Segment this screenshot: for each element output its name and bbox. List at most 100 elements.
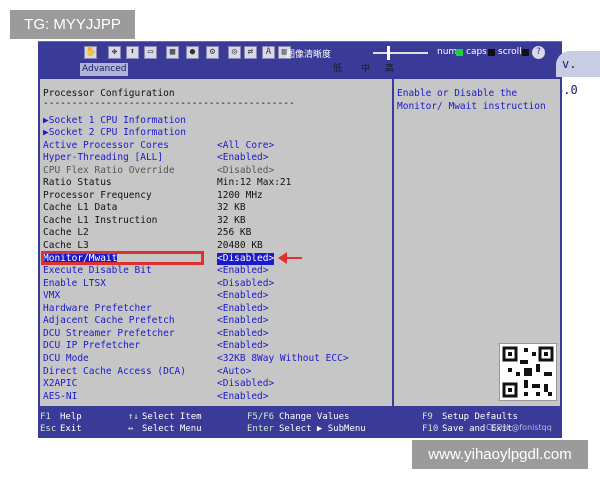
help-icon[interactable]: ? xyxy=(532,46,545,59)
setting-value: 256 KB xyxy=(217,227,252,239)
setting-value[interactable]: <Enabled> xyxy=(217,340,268,352)
setting-label: X2APIC xyxy=(43,378,78,390)
setting-value[interactable]: <Enabled> xyxy=(217,290,268,302)
annotation-highlight-box xyxy=(41,251,204,265)
setting-label: ▶Socket 1 CPU Information xyxy=(43,114,186,126)
esc-key: Esc xyxy=(40,424,57,434)
watermark-label-top: TG: MYYJJPP xyxy=(10,10,135,39)
setting-row[interactable]: DCU Mode <32KB 8Way Without ECC> xyxy=(43,353,388,365)
setting-value[interactable]: <Disabled> xyxy=(217,278,274,290)
setting-label: Adjacent Cache Prefetch xyxy=(43,315,175,327)
setting-label: VMX xyxy=(43,290,61,302)
leftright-desc: Select Menu xyxy=(142,424,202,434)
setting-value[interactable]: <Disabled> xyxy=(217,252,275,265)
globe-icon[interactable]: ◎ xyxy=(228,46,241,59)
setting-row[interactable]: DCU Streamer Prefetcher <Enabled> xyxy=(43,328,388,340)
f1-key: F1 xyxy=(40,412,51,422)
setting-value[interactable]: <Disabled> xyxy=(217,378,274,390)
scroll-indicator-label: scroll xyxy=(498,47,522,57)
setting-row[interactable]: Hyper-Threading [ALL] <Enabled> xyxy=(43,152,388,164)
f1-desc: Help xyxy=(60,412,82,422)
slider-mark-low: 低 xyxy=(333,64,343,74)
window-icon[interactable]: ▭ xyxy=(144,46,157,59)
setting-value[interactable]: <All Core> xyxy=(217,140,274,152)
section-separator: ----------------------------------------… xyxy=(43,98,295,109)
setting-value: 20480 KB xyxy=(217,240,263,251)
setting-label: Hyper-Threading [ALL] xyxy=(43,152,164,164)
setting-value[interactable]: <Enabled> xyxy=(217,315,268,327)
setting-row[interactable]: Adjacent Cache Prefetch <Enabled> xyxy=(43,315,388,327)
settings-icon[interactable]: ⚙ xyxy=(206,46,219,59)
setting-label: Active Processor Cores xyxy=(43,139,169,151)
slider-mark-mid: 中 xyxy=(361,64,371,74)
qr-code-image xyxy=(499,343,557,401)
setting-label: Execute Disable Bit xyxy=(43,265,152,277)
setting-value[interactable]: <Enabled> xyxy=(217,391,268,403)
bios-main-panel: Processor Configuration ----------------… xyxy=(38,77,562,408)
setting-value[interactable]: <32KB 8Way Without ECC> xyxy=(217,353,349,365)
panel-divider xyxy=(392,79,394,406)
setting-label: Enable LTSX xyxy=(43,277,106,289)
help-description: Enable or Disable the Monitor/ Mwait ins… xyxy=(397,88,546,112)
setting-label: DCU Streamer Prefetcher xyxy=(43,327,175,339)
bios-tab-bar: Advanced 低 中 高 v. 5.0 xyxy=(38,51,600,97)
text-icon[interactable]: A xyxy=(262,46,275,59)
arrows-icon[interactable]: ⇄ xyxy=(244,46,257,59)
tab-advanced[interactable]: Advanced xyxy=(80,63,129,76)
setting-value[interactable]: <Enabled> xyxy=(217,265,268,277)
setting-row[interactable]: Execute Disable Bit <Enabled> xyxy=(43,265,388,277)
setting-row[interactable]: X2APIC <Disabled> xyxy=(43,378,388,390)
screen-icon[interactable]: ▦ xyxy=(166,46,179,59)
clarity-slider-knob[interactable] xyxy=(387,46,390,60)
setting-row: Ratio Status Min:12 Max:21 xyxy=(43,177,388,189)
setting-label: Cache L2 xyxy=(43,227,89,239)
setting-row[interactable]: Enable LTSX <Disabled> xyxy=(43,278,388,290)
setting-value[interactable]: <Auto> xyxy=(217,366,251,378)
setting-label: Hardware Prefetcher xyxy=(43,302,152,314)
setting-row: Cache L1 Instruction 32 KB xyxy=(43,215,388,227)
setting-row[interactable]: Direct Cache Access (DCA) <Auto> xyxy=(43,366,388,378)
cursor-icon[interactable]: ⬆ xyxy=(126,46,139,59)
setting-row: CPU Flex Ratio Override <Disabled> xyxy=(43,165,388,177)
hand-icon[interactable]: ✋ xyxy=(84,46,97,59)
setting-value[interactable]: <Enabled> xyxy=(217,152,268,164)
setting-label: Cache L1 Instruction xyxy=(43,214,158,226)
setting-label: DCU IP Prefetcher xyxy=(43,340,141,352)
setting-value: 32 KB xyxy=(217,202,246,214)
setting-row[interactable]: ▶Socket 1 CPU Information xyxy=(43,115,388,127)
setting-row: Cache L2 256 KB xyxy=(43,227,388,239)
enter-desc: Select ▶ SubMenu xyxy=(279,424,366,434)
setting-label: Cache L1 Data xyxy=(43,202,118,214)
setting-label: AES-NI xyxy=(43,390,78,402)
setting-label: DCU Mode xyxy=(43,352,89,364)
setting-value[interactable]: <Enabled> xyxy=(217,303,268,315)
setting-row[interactable]: ▶Socket 2 CPU Information xyxy=(43,127,388,139)
setting-row[interactable]: Active Processor Cores <All Core> xyxy=(43,140,388,152)
setting-label: Ratio Status xyxy=(43,177,112,189)
slider-mark-high: 高 xyxy=(385,64,395,74)
setting-row: Processor Frequency 1200 MHz xyxy=(43,190,388,202)
annotation-arrow-line xyxy=(286,257,302,259)
caps-indicator-light xyxy=(488,49,495,56)
leftright-key: ↔ xyxy=(128,424,134,434)
setting-row[interactable]: DCU IP Prefetcher <Enabled> xyxy=(43,340,388,352)
enter-key: Enter xyxy=(247,424,275,434)
setting-value: Min:12 Max:21 xyxy=(217,177,292,189)
setting-row[interactable]: VMX <Enabled> xyxy=(43,290,388,302)
esc-desc: Exit xyxy=(60,424,82,434)
f5f6-key: F5/F6 xyxy=(247,412,275,422)
setting-row[interactable]: Hardware Prefetcher <Enabled> xyxy=(43,303,388,315)
bios-key-legend: F1 Help Esc Exit ↑↓ Select Item ↔ Select… xyxy=(38,408,562,438)
watermark-label-bottom: www.yihaoylpgdl.com xyxy=(412,440,588,469)
setting-row[interactable]: AES-NI <Enabled> xyxy=(43,391,388,403)
setting-label: Direct Cache Access (DCA) xyxy=(43,365,186,377)
record-icon[interactable]: ● xyxy=(186,46,199,59)
setting-value[interactable]: <Enabled> xyxy=(217,328,268,340)
setting-label: Processor Frequency xyxy=(43,189,152,201)
num-indicator-label: num xyxy=(437,47,458,57)
move-icon[interactable]: ✥ xyxy=(108,46,121,59)
image-clarity-label: 图像清晰度 xyxy=(286,50,332,60)
setting-value: <Disabled> xyxy=(217,164,275,176)
f5f6-desc: Change Values xyxy=(279,412,350,422)
clarity-slider-track[interactable] xyxy=(373,52,428,54)
